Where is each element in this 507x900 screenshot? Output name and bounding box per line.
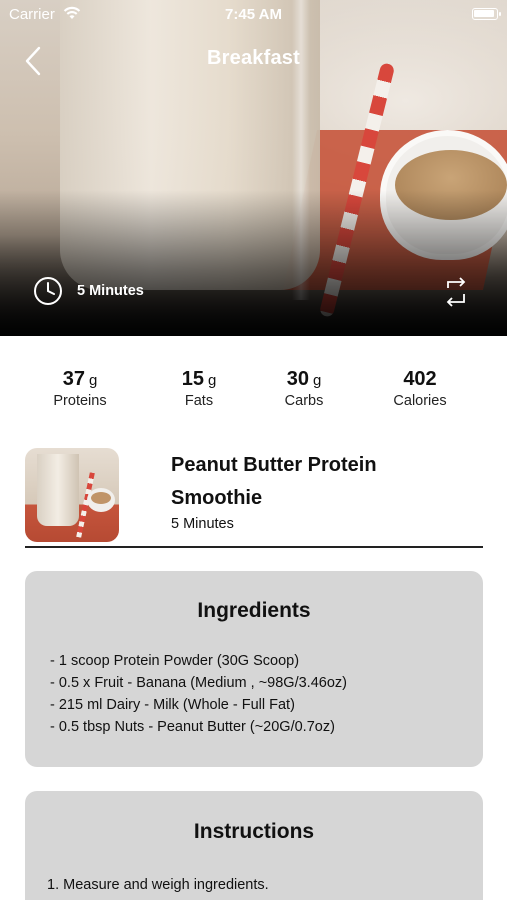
recipe-thumbnail (25, 448, 119, 542)
instructions-title: Instructions (193, 820, 315, 843)
ingredient-item: - 0.5 x Fruit - Banana (Medium , ~98G/3.… (50, 675, 347, 691)
ingredients-list: - 1 scoop Protein Powder (30G Scoop) - 0… (50, 650, 483, 738)
nutrition-unit: g (312, 372, 322, 389)
nutrition-label: Carbs (284, 393, 324, 409)
ingredient-item: - 215 ml Dairy - Milk (Whole - Full Fat) (50, 697, 295, 713)
nutrition-value: 15 (181, 368, 204, 390)
divider (25, 546, 483, 548)
ingredients-title: Ingredients (197, 599, 311, 622)
swap-icon[interactable] (442, 276, 470, 308)
nutrition-value: 37 (62, 368, 85, 390)
battery-icon (472, 8, 501, 20)
nutrition-calories: 402 Calories (370, 368, 470, 409)
nutrition-label: Proteins (53, 393, 107, 409)
instruction-step: 1. Measure and weigh ingredients. (47, 877, 269, 893)
nutrition-summary: 37 g Proteins 15 g Fats 30 g Carbs 402 Calo… (30, 368, 480, 418)
nutrition-unit: g (207, 372, 217, 389)
page-title: Breakfast (207, 47, 300, 69)
ingredient-item: - 1 scoop Protein Powder (30G Scoop) (50, 653, 300, 669)
ingredients-panel: Ingredients - 1 scoop Protein Powder (30… (25, 571, 483, 767)
recipe-title-line: Peanut Butter Protein (171, 454, 377, 476)
nutrition-value: 30 (286, 368, 309, 390)
recipe-title-line: Smoothie (171, 487, 263, 509)
nutrition-unit: g (88, 372, 98, 389)
instructions-list: 1. Measure and weigh ingredients. (47, 874, 483, 896)
thumbnail-bowl (87, 488, 115, 512)
clock-icon (34, 277, 62, 305)
status-time: 7:45 AM (225, 6, 282, 23)
duration-label: 5 Minutes (77, 283, 144, 299)
nutrition-label: Fats (184, 393, 214, 409)
recipe-title: Peanut Butter Protein Smoothie (171, 449, 471, 515)
thumbnail-glass (37, 454, 79, 526)
nutrition-carbs: 30 g Carbs (254, 368, 354, 409)
hero-gradient-overlay (0, 190, 507, 336)
instructions-panel: Instructions 1. Measure and weigh ingred… (25, 791, 483, 900)
nutrition-proteins: 37 g Proteins (30, 368, 130, 409)
nutrition-value: 402 (403, 368, 437, 390)
ingredient-item: - 0.5 tbsp Nuts - Peanut Butter (~20G/0.… (50, 719, 335, 735)
nutrition-label: Calories (393, 393, 447, 409)
status-bar: Carrier 7:45 AM (0, 0, 507, 28)
nutrition-fats: 15 g Fats (149, 368, 249, 409)
recipe-time: 5 Minutes (171, 516, 234, 532)
duration-row: 5 Minutes (33, 276, 144, 306)
